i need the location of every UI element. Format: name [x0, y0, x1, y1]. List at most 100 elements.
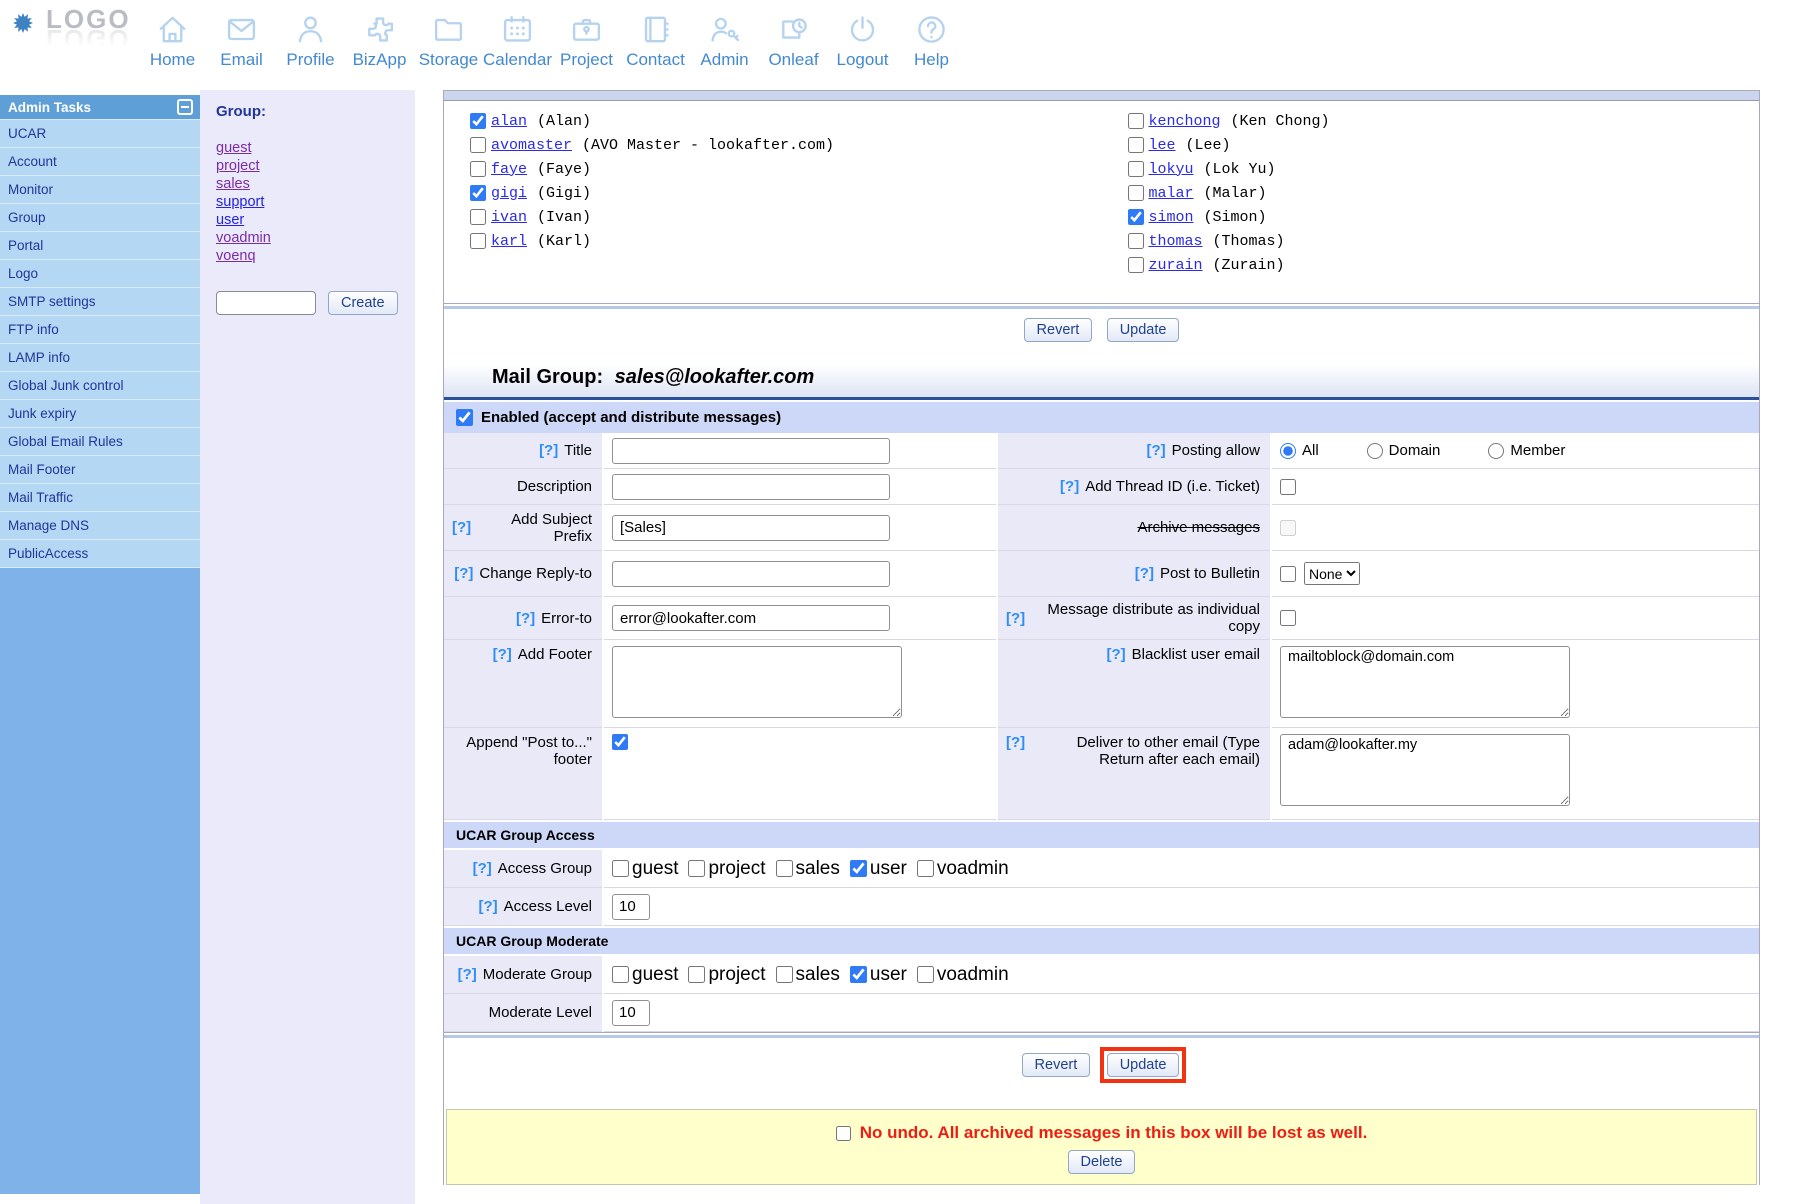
help-icon[interactable]: [?] — [473, 860, 492, 877]
help-icon[interactable]: [?] — [1106, 646, 1125, 663]
add-footer-textarea[interactable] — [612, 646, 902, 718]
help-icon[interactable]: [?] — [1146, 442, 1165, 459]
nav-item-help[interactable]: Help — [897, 12, 966, 70]
nav-item-onleaf[interactable]: Onleaf — [759, 12, 828, 70]
nav-item-calendar[interactable]: Calendar — [483, 12, 552, 70]
moderate-group-option[interactable]: guest — [612, 964, 678, 986]
help-icon[interactable]: [?] — [478, 898, 497, 915]
access-group-option[interactable]: project — [678, 858, 765, 880]
revert-button-bottom[interactable]: Revert — [1022, 1053, 1091, 1077]
access-group-option[interactable]: voadmin — [907, 858, 1009, 880]
posting-allow-radio[interactable] — [1280, 443, 1296, 459]
group-link[interactable]: guest — [216, 139, 251, 157]
nav-item-profile[interactable]: Profile — [276, 12, 345, 70]
posting-allow-option[interactable]: Domain — [1367, 442, 1441, 459]
add-subject-prefix-input[interactable] — [612, 515, 890, 541]
update-button[interactable]: Update — [1107, 318, 1180, 342]
posting-allow-radio[interactable] — [1367, 443, 1383, 459]
moderate-group-checkbox[interactable] — [612, 966, 629, 983]
member-link[interactable]: faye — [491, 161, 527, 178]
posting-allow-radio[interactable] — [1488, 443, 1504, 459]
moderate-group-option[interactable]: voadmin — [907, 964, 1009, 986]
sidebar-item[interactable]: Account — [0, 147, 200, 175]
nav-item-admin[interactable]: Admin — [690, 12, 759, 70]
deliver-other-textarea[interactable]: adam@lookafter.my — [1280, 734, 1570, 806]
member-checkbox[interactable] — [1128, 233, 1144, 249]
confirm-delete-checkbox[interactable] — [836, 1126, 851, 1141]
help-icon[interactable]: [?] — [1060, 478, 1079, 495]
member-checkbox[interactable] — [470, 185, 486, 201]
member-link[interactable]: alan — [491, 113, 527, 130]
description-input[interactable] — [612, 474, 890, 500]
member-link[interactable]: ivan — [491, 209, 527, 226]
member-checkbox[interactable] — [470, 137, 486, 153]
member-checkbox[interactable] — [1128, 113, 1144, 129]
append-post-footer-checkbox[interactable] — [612, 734, 628, 750]
nav-item-logout[interactable]: Logout — [828, 12, 897, 70]
sidebar-item[interactable]: Manage DNS — [0, 511, 200, 539]
posting-allow-option[interactable]: All — [1280, 442, 1319, 459]
help-icon[interactable]: [?] — [452, 519, 471, 536]
add-thread-id-checkbox[interactable] — [1280, 479, 1296, 495]
sidebar-item[interactable]: PublicAccess — [0, 539, 200, 567]
group-link[interactable]: support — [216, 193, 264, 211]
help-icon[interactable]: [?] — [539, 442, 558, 459]
moderate-group-option[interactable]: project — [678, 964, 765, 986]
nav-item-bizapp[interactable]: BizApp — [345, 12, 414, 70]
message-distribute-checkbox[interactable] — [1280, 610, 1296, 626]
member-link[interactable]: lee — [1149, 137, 1176, 154]
group-link[interactable]: voenq — [216, 247, 256, 265]
access-group-option[interactable]: user — [840, 858, 907, 880]
member-link[interactable]: karl — [491, 233, 527, 250]
delete-button[interactable]: Delete — [1068, 1150, 1136, 1174]
help-icon[interactable]: [?] — [493, 646, 512, 663]
moderate-level-input[interactable] — [612, 1000, 650, 1026]
nav-item-email[interactable]: Email — [207, 12, 276, 70]
group-link[interactable]: sales — [216, 175, 250, 193]
nav-item-home[interactable]: Home — [138, 12, 207, 70]
member-link[interactable]: avomaster — [491, 137, 572, 154]
sidebar-item[interactable]: Monitor — [0, 175, 200, 203]
sidebar-item[interactable]: SMTP settings — [0, 287, 200, 315]
moderate-group-option[interactable]: user — [840, 964, 907, 986]
sidebar-item[interactable]: Mail Footer — [0, 455, 200, 483]
new-group-input[interactable] — [216, 291, 316, 315]
help-icon[interactable]: [?] — [516, 610, 535, 627]
blacklist-textarea[interactable]: mailtoblock@domain.com — [1280, 646, 1570, 718]
access-group-checkbox[interactable] — [850, 860, 867, 877]
member-link[interactable]: zurain — [1149, 257, 1203, 274]
title-input[interactable] — [612, 438, 890, 464]
moderate-group-option[interactable]: sales — [766, 964, 840, 986]
sidebar-item[interactable]: Global Junk control — [0, 371, 200, 399]
access-level-input[interactable] — [612, 894, 650, 920]
sidebar-item[interactable]: LAMP info — [0, 343, 200, 371]
moderate-group-checkbox[interactable] — [850, 966, 867, 983]
nav-item-project[interactable]: Project — [552, 12, 621, 70]
revert-button[interactable]: Revert — [1024, 318, 1093, 342]
collapse-minus-icon[interactable] — [177, 99, 193, 115]
sidebar-item[interactable]: Mail Traffic — [0, 483, 200, 511]
moderate-group-checkbox[interactable] — [776, 966, 793, 983]
sidebar-item[interactable]: FTP info — [0, 315, 200, 343]
moderate-group-checkbox[interactable] — [917, 966, 934, 983]
access-group-checkbox[interactable] — [688, 860, 705, 877]
member-checkbox[interactable] — [1128, 185, 1144, 201]
help-icon[interactable]: [?] — [1006, 734, 1025, 751]
member-link[interactable]: kenchong — [1149, 113, 1221, 130]
member-checkbox[interactable] — [1128, 137, 1144, 153]
posting-allow-option[interactable]: Member — [1488, 442, 1565, 459]
member-checkbox[interactable] — [470, 233, 486, 249]
group-link[interactable]: voadmin — [216, 229, 271, 247]
sidebar-item[interactable]: Logo — [0, 259, 200, 287]
member-checkbox[interactable] — [1128, 209, 1144, 225]
access-group-option[interactable]: guest — [612, 858, 678, 880]
member-checkbox[interactable] — [1128, 257, 1144, 273]
error-to-input[interactable] — [612, 605, 890, 631]
member-checkbox[interactable] — [470, 113, 486, 129]
member-checkbox[interactable] — [470, 209, 486, 225]
group-link[interactable]: user — [216, 211, 244, 229]
member-checkbox[interactable] — [1128, 161, 1144, 177]
member-link[interactable]: simon — [1149, 209, 1194, 226]
help-icon[interactable]: [?] — [1006, 610, 1025, 627]
sidebar-item[interactable]: Group — [0, 203, 200, 231]
